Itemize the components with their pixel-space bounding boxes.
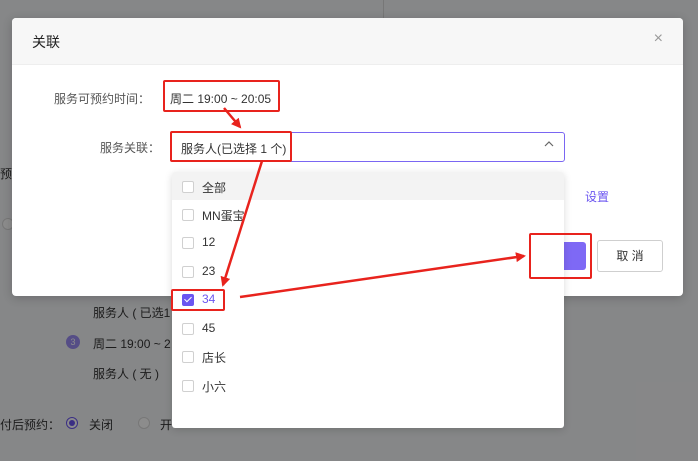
annotation-arrow <box>239 252 526 299</box>
annotation-arrows <box>220 107 526 299</box>
annotation-arrow <box>223 107 242 129</box>
annotation-arrow <box>220 160 264 287</box>
